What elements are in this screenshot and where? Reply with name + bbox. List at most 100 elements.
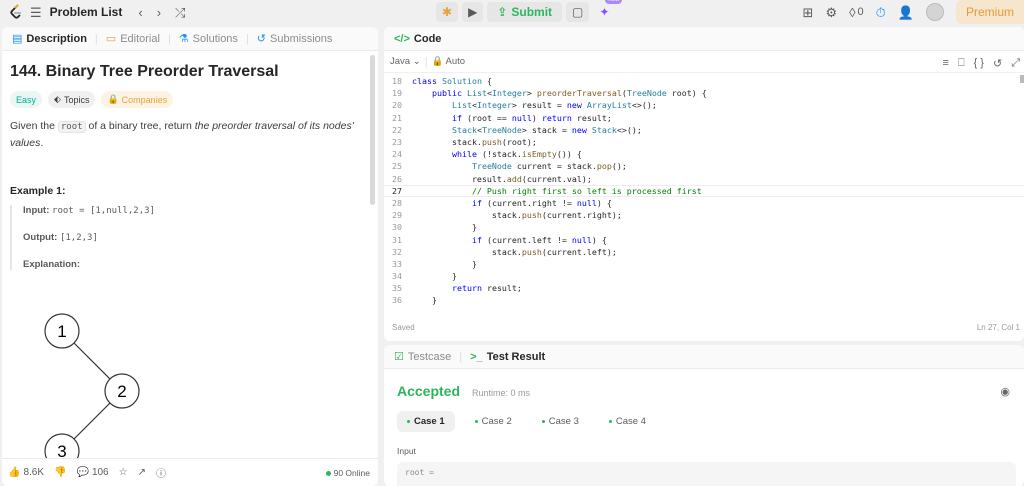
description-content: 144. Binary Tree Preorder Traversal Easy… (2, 51, 378, 461)
braces-icon[interactable]: { } (974, 57, 984, 70)
code-line[interactable]: 30 } (384, 221, 1024, 233)
code-line[interactable]: 28 if (current.right != null) { (384, 197, 1024, 209)
code-line[interactable]: 29 stack.push(current.right); (384, 209, 1024, 221)
submit-button[interactable]: ⇪ Submit (487, 2, 563, 22)
top-bar: ☰ Problem List ‹ › ⤮ ✱ ▶ ⇪ Submit ▢ ✦ ne… (0, 0, 1024, 24)
code-line[interactable]: 19 public List<Integer> preorderTraversa… (384, 87, 1024, 99)
add-user-icon[interactable]: 👤 (898, 6, 914, 19)
streak-counter[interactable]: ◊ 0 (849, 6, 864, 19)
code-line[interactable]: 34 } (384, 270, 1024, 282)
companies-chip[interactable]: 🔒 Companies (101, 91, 174, 108)
layout-icon[interactable]: ⊞ (803, 6, 814, 19)
input-value: root = [1,null,2,3] (52, 206, 155, 216)
format-icon[interactable]: ≡ (943, 57, 949, 70)
code-line[interactable]: 18 class Solution { (384, 75, 1024, 87)
logo-icon[interactable] (8, 4, 24, 20)
line-number: 27 (392, 185, 402, 196)
star-icon: ☆ (118, 467, 128, 478)
premium-button[interactable]: Premium (955, 0, 1024, 24)
topics-chip[interactable]: ⬖ Topics (48, 91, 96, 108)
tab-code[interactable]: </> Code (390, 33, 445, 45)
line-number: 23 (392, 137, 402, 148)
run-button[interactable]: ▶ (462, 2, 484, 22)
code-line[interactable]: 31 if (current.left != null) { (384, 233, 1024, 245)
code-scrollbar[interactable] (1020, 75, 1024, 83)
case-tab[interactable]: Case 3 (532, 411, 589, 432)
comments-button[interactable]: 💬 106 (76, 467, 108, 478)
line-number: 18 (392, 76, 402, 87)
code-editor[interactable]: 18 class Solution {19 public List<Integer… (384, 75, 1024, 315)
sparkle-icon: ✦ (599, 5, 610, 19)
debug-button[interactable]: ✱ (436, 2, 459, 22)
input-section-label: Input (397, 446, 416, 456)
code-text: class Solution { (412, 76, 492, 87)
code-line[interactable]: 35 return result; (384, 282, 1024, 294)
problem-list-link[interactable]: Problem List (50, 5, 123, 19)
code-line[interactable]: 24 while (!stack.isEmpty()) { (384, 148, 1024, 160)
favorite-button[interactable]: ☆ (119, 467, 128, 478)
case-tab[interactable]: Case 4 (599, 411, 656, 432)
share-button[interactable]: ↗ (138, 467, 146, 478)
code-line[interactable]: 21 if (root == null) return result; (384, 112, 1024, 124)
note-button[interactable]: ▢ (566, 2, 590, 22)
line-number: 26 (392, 173, 402, 184)
lock-icon: 🔒 (431, 56, 444, 67)
avatar[interactable] (925, 3, 944, 21)
tab-test-result[interactable]: >_ Test Result (466, 351, 549, 363)
case-tab[interactable]: Case 1 (397, 411, 455, 432)
code-line[interactable]: 36 } (384, 294, 1024, 306)
code-line[interactable]: 27 // Push right first so left is proces… (384, 184, 1024, 197)
mode-select[interactable]: 🔒 Auto (432, 56, 466, 67)
eye-icon[interactable]: ◉ (1000, 385, 1010, 398)
list-icon[interactable]: ☰ (30, 6, 42, 19)
desc-code: root (57, 121, 86, 133)
timer-icon[interactable]: ⏱ (876, 6, 886, 19)
tab-label: Editorial (120, 32, 160, 45)
result-tabs: ☑ Testcase | >_ Test Result (384, 345, 1024, 369)
code-icon: </> (394, 32, 410, 45)
result-status: Accepted (397, 383, 461, 399)
case-label: Case 2 (481, 416, 512, 427)
code-text: while (!stack.isEmpty()) { (451, 149, 582, 160)
result-panel: ☑ Testcase | >_ Test Result Accepted Runti… (384, 345, 1024, 486)
input-label: Input: (23, 205, 50, 216)
code-text: List<Integer> result = new ArrayList<>()… (451, 100, 657, 111)
tab-testcase[interactable]: ☑ Testcase (390, 350, 455, 364)
problem-title[interactable]: 144. Binary Tree Preorder Traversal (10, 63, 370, 81)
code-line[interactable]: 22 Stack<TreeNode> stack = new Stack<>()… (384, 124, 1024, 136)
shuffle-icon[interactable]: ⤮ (175, 6, 185, 19)
gear-icon[interactable]: ⚙ (825, 6, 837, 19)
line-number: 32 (392, 246, 402, 257)
code-line[interactable]: 26 result.add(current.val); (384, 173, 1024, 185)
code-text: stack.push(current.right); (412, 210, 622, 221)
output-value: [1,2,3] (59, 233, 98, 243)
chevron-right-icon[interactable]: › (157, 6, 161, 19)
book-icon: ▭ (105, 33, 117, 45)
tab-solutions[interactable]: ⚗ Solutions (175, 32, 242, 46)
code-line[interactable]: 32 stack.push(current.left); (384, 246, 1024, 258)
document-icon: ▤ (12, 33, 23, 45)
chevron-left-icon[interactable]: ‹ (138, 6, 142, 19)
tab-description[interactable]: ▤ Description (8, 32, 91, 46)
fullscreen-icon[interactable]: ⤢ (1011, 57, 1020, 70)
tab-editorial[interactable]: ▭ Editorial (102, 32, 164, 46)
bookmark-icon[interactable]: ⎕ (958, 57, 965, 70)
code-line[interactable]: 33 } (384, 258, 1024, 270)
description-scrollbar[interactable] (370, 55, 375, 205)
dislike-button[interactable]: 👎 (54, 467, 66, 478)
code-line[interactable]: 25 TreeNode current = stack.pop(); (384, 160, 1024, 172)
line-number: 31 (392, 234, 402, 245)
line-number: 34 (392, 271, 402, 282)
like-button[interactable]: 👍 8.6K (8, 467, 44, 478)
ai-button[interactable]: ✦ new (593, 0, 623, 22)
case-tabs: Case 1 Case 2 Case 3 Case 4 (384, 399, 1024, 432)
reset-icon[interactable]: ↺ (993, 57, 1002, 70)
code-line[interactable]: 20 List<Integer> result = new ArrayList<… (384, 99, 1024, 111)
line-number: 30 (392, 222, 402, 233)
code-line[interactable]: 23 stack.push(root); (384, 136, 1024, 148)
language-select[interactable]: Java ⌄ (390, 56, 421, 67)
help-button[interactable]: ⓘ (156, 465, 166, 480)
tab-submissions[interactable]: ↺ Submissions (253, 32, 337, 46)
help-icon: ⓘ (155, 469, 166, 480)
case-tab[interactable]: Case 2 (465, 411, 522, 432)
